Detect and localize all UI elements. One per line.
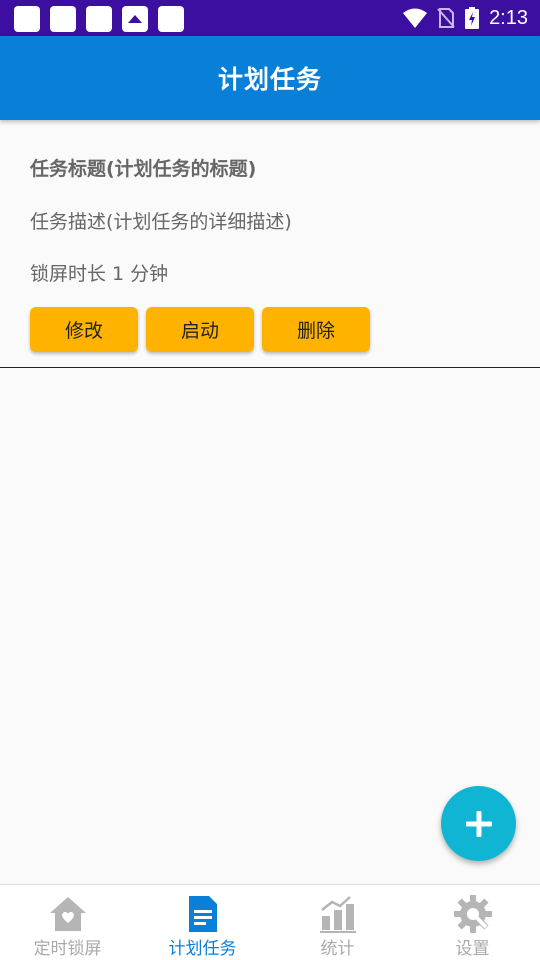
add-task-button[interactable] [441, 786, 516, 861]
task-title: 任务标题(计划任务的标题) [30, 158, 257, 180]
document-icon [188, 896, 217, 932]
nav-label: 计划任务 [168, 939, 237, 959]
task-lock-duration: 锁屏时长 1 分钟 [30, 263, 169, 285]
battery-charging-icon [465, 7, 480, 29]
nav-item-settings[interactable]: 设置 [405, 885, 540, 960]
no-sim-icon [437, 8, 455, 28]
image-notification-icon [122, 6, 148, 32]
app-notification-icon [14, 6, 40, 32]
wifi-icon [403, 8, 428, 28]
nav-item-planned-tasks[interactable]: 计划任务 [135, 885, 270, 960]
gear-icon [453, 895, 492, 933]
status-bar: 2:13 [0, 0, 540, 36]
nav-label: 定时锁屏 [33, 939, 102, 959]
delete-button[interactable]: 删除 [262, 307, 370, 352]
start-button[interactable]: 启动 [146, 307, 254, 352]
app-bar: 计划任务 [0, 36, 540, 120]
task-description: 任务描述(计划任务的详细描述) [30, 211, 292, 233]
status-time: 2:13 [489, 6, 528, 29]
home-icon [49, 897, 86, 931]
nav-label: 统计 [320, 939, 355, 959]
edit-button[interactable]: 修改 [30, 307, 138, 352]
bar-chart-icon [319, 896, 356, 933]
nav-item-statistics[interactable]: 统计 [270, 885, 405, 960]
bottom-navigation: 定时锁屏 计划任务 统计 设置 [0, 884, 540, 960]
page-title: 计划任务 [217, 65, 322, 94]
nav-item-timed-lock[interactable]: 定时锁屏 [0, 885, 135, 960]
app-notification-icon [86, 6, 112, 32]
app-notification-icon [158, 6, 184, 32]
task-item: 任务标题(计划任务的标题) 任务描述(计划任务的详细描述) 锁屏时长 1 分钟 … [0, 120, 540, 368]
nav-label: 设置 [455, 939, 490, 959]
plus-icon [465, 810, 492, 837]
app-notification-icon [50, 6, 76, 32]
